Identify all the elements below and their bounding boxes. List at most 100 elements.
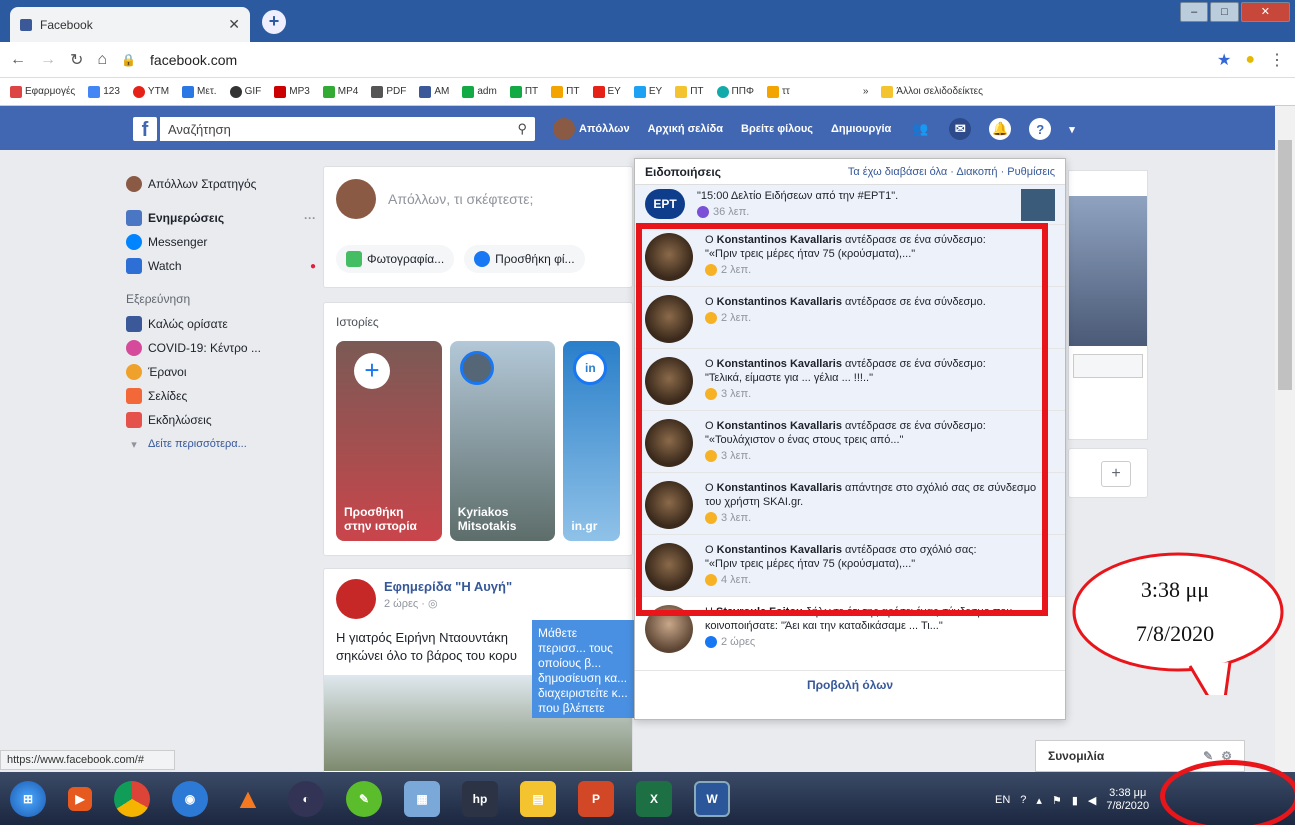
tag-friends-button[interactable]: Προσθήκη φί... <box>464 245 585 273</box>
maximize-button[interactable]: □ <box>1210 2 1239 22</box>
download-icon <box>322 85 335 98</box>
bookmark-item[interactable]: Εφαρμογές <box>10 85 75 98</box>
reload-icon[interactable]: ↻ <box>70 50 83 70</box>
plus-icon[interactable]: + <box>354 353 390 389</box>
find-friends-link[interactable]: Βρείτε φίλους <box>741 123 813 135</box>
profile-link[interactable]: Απόλλων <box>553 118 630 140</box>
facebook-favicon-icon <box>20 18 32 31</box>
sidebar-item-profile[interactable]: Απόλλων Στρατηγός <box>126 172 316 196</box>
bookmark-item[interactable]: ΠΤ <box>675 85 704 98</box>
messenger-icon[interactable]: ✉ <box>949 118 972 140</box>
minimize-button[interactable]: – <box>1180 2 1209 22</box>
browser-tab[interactable]: Facebook ✕ <box>10 7 250 42</box>
clock[interactable]: 3:38 μμ 7/8/2020 <box>1106 787 1149 813</box>
see-more-link[interactable]: ▾ Δείτε περισσότερα... <box>126 432 316 456</box>
bookmark-item[interactable]: ΕΥ <box>633 85 662 98</box>
sidebar-item-covid[interactable]: COVID-19: Κέντρο ... <box>126 336 316 360</box>
story-card[interactable]: in in.gr <box>563 341 620 541</box>
help-icon[interactable]: ? <box>1029 118 1052 140</box>
add-story-card[interactable]: + Προσθήκη στην ιστορία <box>336 341 442 541</box>
url-field[interactable]: facebook.com <box>150 52 1203 68</box>
bookmark-item[interactable]: MP3 <box>274 85 310 98</box>
home-link[interactable]: Αρχική σελίδα <box>648 123 723 135</box>
powerpoint-icon[interactable]: P <box>578 780 614 817</box>
bookmark-item[interactable]: ΠΠΦ <box>716 85 754 98</box>
new-tab-button[interactable]: + <box>262 10 286 34</box>
sidebar-item-messenger[interactable]: Messenger <box>126 230 316 254</box>
sidebar-item-events[interactable]: Εκδηλώσεις <box>126 408 316 432</box>
volume-icon[interactable]: ◀ <box>1088 794 1096 807</box>
sidebar-item-news-feed[interactable]: Ενημερώσεις ··· <box>126 206 316 230</box>
network-icon[interactable]: ◐ <box>288 780 324 817</box>
friend-requests-icon[interactable]: 👥 <box>909 118 931 140</box>
notifications-bell-icon[interactable]: 🔔 <box>989 118 1012 140</box>
close-window-button[interactable]: ✕ <box>1240 2 1290 22</box>
bookmark-item[interactable]: adm <box>462 85 497 98</box>
bookmark-item[interactable]: ΕΥ <box>592 85 621 98</box>
scrollbar-thumb[interactable] <box>1278 140 1292 390</box>
composer-input[interactable]: Απόλλων, τι σκέφτεστε; <box>388 191 533 207</box>
network-icon[interactable]: ▮ <box>1072 794 1078 807</box>
extension-icon[interactable]: ● <box>1245 51 1255 69</box>
close-tab-icon[interactable]: ✕ <box>228 16 240 33</box>
show-hidden-icons-icon[interactable]: ▴ <box>1036 794 1042 807</box>
bookmark-item[interactable]: ΠΤ <box>509 85 538 98</box>
bookmark-item[interactable]: YTM <box>132 85 169 98</box>
flag-icon[interactable]: ⚑ <box>1052 794 1062 807</box>
back-icon[interactable]: ← <box>10 51 26 69</box>
home-icon[interactable]: ⌂ <box>97 51 107 69</box>
apps-icon <box>10 85 22 98</box>
media-player-icon[interactable]: ▶ <box>68 786 92 811</box>
bookmark-item[interactable]: PDF <box>371 85 406 98</box>
search-input[interactable]: Αναζήτηση ⚲ <box>160 117 535 141</box>
chrome-icon[interactable] <box>114 780 150 817</box>
story-card[interactable]: Kyriakos Mitsotakis <box>449 341 556 541</box>
account-menu-chevron-icon[interactable]: ▾ <box>1069 123 1075 136</box>
avatar <box>336 179 376 219</box>
bookmark-item[interactable]: GIF <box>229 85 261 98</box>
post-page-name[interactable]: Εφημερίδα "Η Αυγή" <box>384 579 512 594</box>
notifications-actions[interactable]: Τα έχω διαβάσει όλα · Διακοπή · Ρυθμίσει… <box>848 166 1055 178</box>
bookmark-item[interactable]: 123 <box>88 85 120 98</box>
video-thumbnail[interactable] <box>1069 196 1147 346</box>
photo-button[interactable]: Φωτογραφία... <box>336 245 455 273</box>
search-icon[interactable]: ⚲ <box>517 121 527 137</box>
vlc-icon[interactable]: ▲ <box>230 781 266 817</box>
bookmark-item[interactable]: Μετ. <box>182 85 217 98</box>
forward-icon[interactable]: → <box>40 51 56 69</box>
excel-icon[interactable]: X <box>636 780 672 817</box>
more-options-icon[interactable]: ··· <box>304 211 316 225</box>
bookmark-star-icon[interactable]: ★ <box>1217 50 1231 70</box>
word-icon[interactable]: W <box>694 780 730 817</box>
bookmark-item[interactable]: MP4 <box>322 85 358 98</box>
overflow-chevron-icon[interactable]: » <box>863 86 869 97</box>
notification-item[interactable]: EPT "15:00 Δελτίο Ειδήσεων από την #ΕΡΤ1… <box>635 185 1065 225</box>
app-icon[interactable]: ✎ <box>346 780 382 817</box>
other-bookmarks[interactable]: Άλλοι σελιδοδείκτες <box>881 85 983 98</box>
create-link[interactable]: Δημιουργία <box>831 123 891 135</box>
bookmark-item[interactable]: ΠΤ <box>551 85 580 98</box>
card-button[interactable] <box>1073 354 1143 378</box>
see-all-notifications-link[interactable]: Προβολή όλων <box>635 671 1065 699</box>
facebook-logo-icon[interactable]: f <box>133 117 157 141</box>
hp-icon[interactable]: hp <box>462 780 498 817</box>
globe-app-icon[interactable]: ◉ <box>172 780 208 817</box>
bookmark-item[interactable]: ττ <box>766 85 790 98</box>
file-explorer-icon[interactable]: ▤ <box>520 780 556 817</box>
help-icon[interactable]: ? <box>1020 794 1026 806</box>
menu-icon[interactable]: ⋮ <box>1269 50 1285 70</box>
post-time[interactable]: 2 ώρες · ◎ <box>384 597 512 610</box>
bookmark-item[interactable]: AM <box>419 85 449 98</box>
tab-title: Facebook <box>40 17 93 32</box>
bookmark-icon <box>509 85 522 98</box>
page-avatar[interactable] <box>336 579 376 619</box>
sidebar-item-fundraisers[interactable]: Έρανοι <box>126 360 316 384</box>
start-button-icon[interactable]: ⊞ <box>10 780 46 817</box>
sidebar-item-pages[interactable]: Σελίδες <box>126 384 316 408</box>
sidebar-item-welcome[interactable]: Καλώς ορίσατε <box>126 312 316 336</box>
youtube-icon <box>592 85 605 98</box>
language-indicator[interactable]: EN <box>995 794 1010 806</box>
sidebar-item-watch[interactable]: Watch ● <box>126 254 316 278</box>
add-icon[interactable]: + <box>1101 461 1131 487</box>
calculator-icon[interactable]: ▦ <box>404 780 440 817</box>
